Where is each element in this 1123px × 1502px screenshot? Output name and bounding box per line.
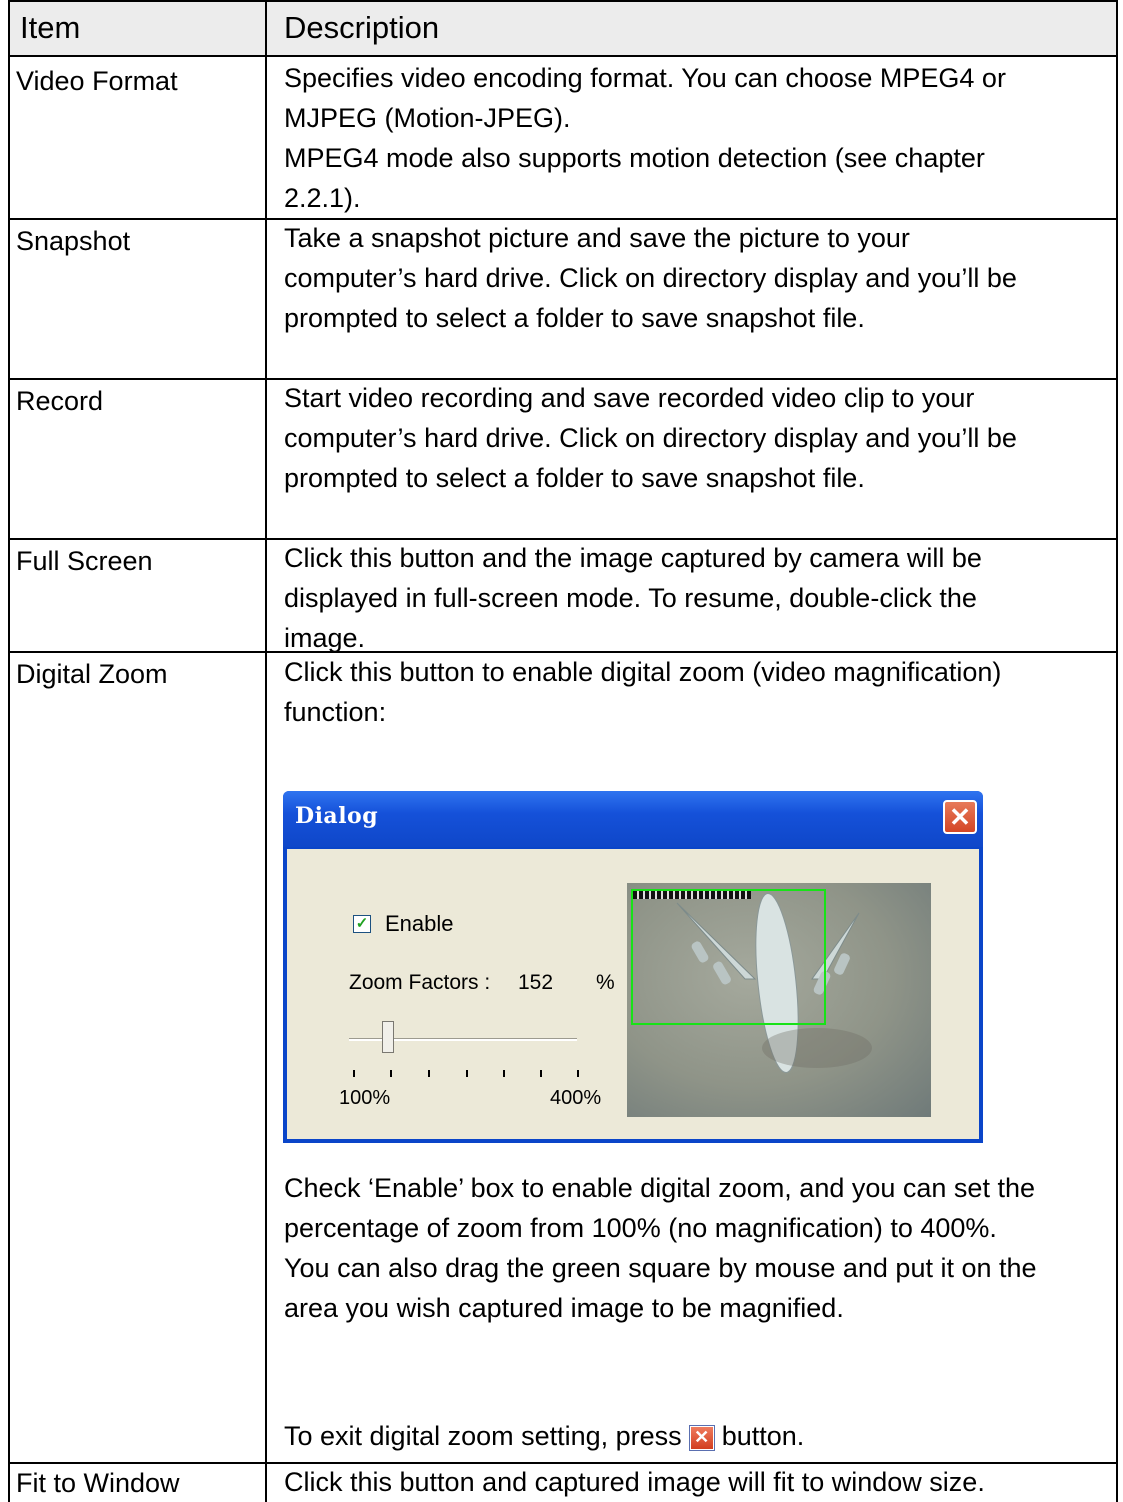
desc-line: displayed in full-screen mode. To resume…	[284, 583, 977, 613]
desc-line: MJPEG (Motion-JPEG).	[284, 103, 571, 133]
slider-tick	[390, 1070, 392, 1077]
table-border-left	[8, 0, 10, 1502]
row-item-digital-zoom: Digital Zoom	[16, 659, 168, 689]
desc-line: Take a snapshot picture and save the pic…	[284, 223, 910, 253]
digital-zoom-dialog: Dialog ✕ ✓ Enable Zoom Factors : 152 % 1…	[283, 791, 983, 1143]
table-border-right	[1116, 0, 1118, 1502]
desc-line: prompted to select a folder to save snap…	[284, 303, 865, 333]
enable-label: Enable	[385, 911, 454, 936]
slider-tick	[503, 1070, 505, 1077]
desc-line: area you wish captured image to be magni…	[284, 1293, 844, 1323]
header-background	[10, 2, 1116, 55]
camera-preview	[627, 883, 931, 1117]
desc-line: Check ‘Enable’ box to enable digital zoo…	[284, 1173, 1035, 1203]
table-rule	[8, 55, 1118, 57]
close-icon: ✕	[688, 1425, 715, 1451]
row-item-fit-to-window: Fit to Window	[16, 1468, 180, 1498]
slider-min-label: 100%	[339, 1087, 391, 1109]
slider-tick	[353, 1070, 355, 1077]
header-item: Item	[20, 10, 81, 45]
desc-line: function:	[284, 697, 387, 727]
zoom-slider-thumb[interactable]	[381, 1021, 394, 1053]
row-item-snapshot: Snapshot	[16, 226, 131, 256]
dialog-title: Dialog	[295, 803, 379, 829]
row-desc-snapshot: Take a snapshot picture and save the pic…	[284, 218, 1114, 338]
slider-tick	[428, 1070, 430, 1077]
row-item-record: Record	[16, 386, 104, 416]
row-desc-full-screen: Click this button and the image captured…	[284, 538, 1114, 658]
row-desc-digital-zoom-bottom: Check ‘Enable’ box to enable digital zoo…	[284, 1168, 1114, 1328]
table-rule	[8, 0, 1118, 2]
desc-line: MPEG4 mode also supports motion detectio…	[284, 143, 985, 173]
row-item-full-screen: Full Screen	[16, 546, 153, 576]
zoom-selection-box[interactable]	[631, 889, 826, 1025]
zoom-factor-unit: %	[596, 971, 615, 994]
timestamp-overlay	[633, 891, 751, 899]
exit-text-before: To exit digital zoom setting, press	[284, 1421, 682, 1451]
slider-max-label: 400%	[550, 1087, 602, 1109]
desc-line: Click this button and captured image wil…	[284, 1467, 985, 1497]
row-item-video-format: Video Format	[16, 66, 178, 96]
row-desc-record: Start video recording and save recorded …	[284, 378, 1114, 498]
exit-text-after: button.	[721, 1421, 805, 1451]
close-icon[interactable]: ✕	[943, 800, 977, 834]
row-desc-video-format: Specifies video encoding format. You can…	[284, 58, 1114, 218]
desc-line: Click this button and the image captured…	[284, 543, 982, 573]
desc-line: Start video recording and save recorded …	[284, 383, 975, 413]
desc-line: computer’s hard drive. Click on director…	[284, 263, 1017, 293]
header-description: Description	[284, 10, 440, 45]
row-desc-fit-to-window: Click this button and captured image wil…	[284, 1462, 1114, 1502]
desc-line: prompted to select a folder to save snap…	[284, 463, 865, 493]
desc-line: percentage of zoom from 100% (no magnifi…	[284, 1213, 997, 1243]
enable-checkbox[interactable]: ✓	[353, 915, 371, 933]
desc-line: computer’s hard drive. Click on director…	[284, 423, 1017, 453]
desc-line: You can also drag the green square by mo…	[284, 1253, 1037, 1283]
desc-line: 2.2.1).	[284, 183, 361, 213]
dialog-body: ✓ Enable Zoom Factors : 152 % 100% 400%	[287, 849, 979, 1139]
zoom-factor-value: 152	[518, 971, 554, 994]
zoom-factors-label: Zoom Factors :	[349, 971, 491, 994]
dialog-titlebar: Dialog ✕	[283, 791, 983, 847]
desc-line: Specifies video encoding format. You can…	[284, 63, 1006, 93]
row-desc-digital-zoom-exit: To exit digital zoom setting, press ✕ butt…	[284, 1416, 1114, 1456]
slider-tick	[577, 1070, 579, 1077]
table-column-divider	[265, 0, 267, 1502]
desc-line: Click this button to enable digital zoom…	[284, 657, 1002, 687]
slider-tick	[540, 1070, 542, 1077]
row-desc-digital-zoom-top: Click this button to enable digital zoom…	[284, 652, 1114, 732]
slider-tick	[466, 1070, 468, 1077]
